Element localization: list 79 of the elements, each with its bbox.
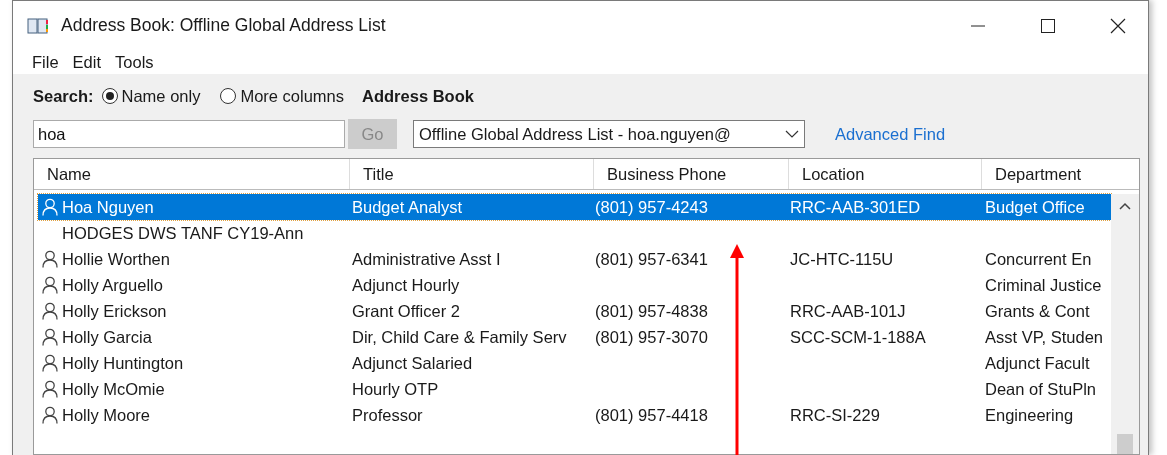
table-cell-text: Hourly OTP	[352, 379, 440, 399]
table-cell-text: (801) 957-6341	[595, 249, 709, 269]
scrollbar[interactable]	[1111, 194, 1139, 454]
advanced-find-link[interactable]: Advanced Find	[835, 124, 946, 144]
window-title: Address Book: Offline Global Address List	[61, 15, 387, 37]
table-cell-text: Grants & Cont	[985, 301, 1091, 321]
menu-item[interactable]: Edit	[65, 52, 109, 72]
table-cell-text: Budget Analyst	[352, 197, 464, 217]
table-cell-text: RRC-SI-229	[790, 405, 881, 425]
table-cell-text: Budget Office	[985, 197, 1086, 217]
maximize-icon[interactable]	[1040, 17, 1056, 34]
table-cell-text: (801) 957-4838	[595, 301, 709, 321]
radio-button[interactable]	[220, 88, 237, 104]
scroll-thumb[interactable]	[1117, 434, 1133, 454]
table-cell-text: Holly Moore	[62, 405, 152, 425]
column-header[interactable]: Business Phone	[594, 159, 789, 189]
chevron-icon	[785, 130, 799, 138]
radio-button[interactable]	[101, 88, 118, 104]
table-cell-text: Concurrent En	[985, 249, 1093, 269]
table-row[interactable]: Holly Huntington Adjunct Salaried Adjunct Facult	[38, 350, 1111, 376]
table-cell-text: HODGES DWS TANF CY19-Ann	[62, 223, 305, 243]
radio-label: More columns	[240, 86, 345, 106]
close-icon[interactable]	[1110, 17, 1126, 34]
address-book-label: Address Book	[362, 86, 474, 106]
table-cell-text: (801) 957-3070	[595, 327, 709, 347]
table-cell-text: Grant Officer 2	[352, 301, 461, 321]
scroll-up-icon[interactable]	[1119, 202, 1131, 210]
table-row[interactable]: Holly Moore Professor (801) 957-4418 RRC-SI-229 Engineering	[38, 402, 1111, 428]
table-cell-text: Holly Erickson	[62, 301, 168, 321]
table-cell-text: Engineering	[985, 405, 1075, 425]
radio-option[interactable]: Name only	[101, 86, 201, 106]
person-icon	[42, 302, 58, 320]
person-icon	[42, 250, 58, 268]
table-row[interactable]: Holly Arguello Adjunct Hourly Criminal Justice	[38, 272, 1111, 298]
table-cell-text: Dir, Child Care & Family Serv	[352, 327, 568, 347]
table-cell-text: Professor	[352, 405, 424, 425]
table-cell-text: Adjunct Salaried	[352, 353, 474, 373]
table-cell-text: Holly Arguello	[62, 275, 164, 295]
person-icon	[42, 380, 58, 398]
table-cell-text: Holly Garcia	[62, 327, 153, 347]
table-cell-text: SCC-SCM-1-188A	[790, 327, 927, 347]
table-cell-text: Holly McOmie	[62, 379, 166, 399]
selected-row[interactable]: Hoa Nguyen Budget Analyst (801) 957-4243 RRC-AAB-301ED Budget Office	[38, 194, 1111, 220]
table-cell-text: Adjunct Facult	[985, 353, 1091, 373]
person-icon	[42, 354, 58, 372]
table-cell-text: Adjunct Hourly	[352, 275, 461, 295]
radio-label: Name only	[121, 86, 201, 106]
table-row[interactable]: Hollie Worthen Administrative Asst I (801) 957-6341 JC-HTC-115U Concurrent En	[38, 246, 1111, 272]
menu-item[interactable]: File	[25, 52, 66, 72]
table-cell-text: (801) 957-4418	[595, 405, 709, 425]
menu-item[interactable]: Tools	[108, 52, 161, 72]
person-icon	[42, 328, 58, 346]
column-header[interactable]: Department	[982, 159, 1139, 189]
table-cell-text: JC-HTC-115U	[790, 249, 895, 269]
table-cell-text: Dean of StuPln	[985, 379, 1097, 399]
book-icon	[27, 16, 49, 35]
person-icon	[42, 276, 58, 294]
column-header[interactable]: Title	[350, 159, 594, 189]
table-row[interactable]: HODGES DWS TANF CY19-Ann	[38, 220, 1111, 246]
table-cell-text: Hoa Nguyen	[62, 197, 155, 217]
column-header[interactable]: Name	[34, 159, 350, 189]
table-cell-text: Criminal Justice	[985, 275, 1103, 295]
table-cell-text: RRC-AAB-301ED	[790, 197, 922, 217]
table-cell-text: Administrative Asst I	[352, 249, 502, 269]
table-cell-text: (801) 957-4243	[595, 197, 709, 217]
search-label: Search:	[33, 86, 94, 106]
address-book-dropdown[interactable]: Offline Global Address List - hoa.nguyen@	[413, 120, 805, 148]
radio-option[interactable]: More columns	[220, 86, 345, 106]
table-row[interactable]: Holly Garcia Dir, Child Care & Family Serv (801) 957-3070 SCC-SCM-1-188A Asst VP, Studen	[38, 324, 1111, 350]
table-cell-text: Holly Huntington	[62, 353, 185, 373]
search-field[interactable]: hoa	[33, 120, 345, 148]
table-row[interactable]: Holly McOmie Hourly OTP Dean of StuPln	[38, 376, 1111, 402]
table-row[interactable]: Holly Erickson Grant Officer 2 (801) 957-4838 RRC-AAB-101J Grants & Cont	[38, 298, 1111, 324]
person-icon	[42, 198, 58, 216]
table-cell-text: RRC-AAB-101J	[790, 301, 907, 321]
column-header[interactable]: Location	[789, 159, 982, 189]
table-cell-text: Asst VP, Studen	[985, 327, 1105, 347]
table-cell-text: Hollie Worthen	[62, 249, 171, 269]
person-icon	[42, 406, 58, 424]
